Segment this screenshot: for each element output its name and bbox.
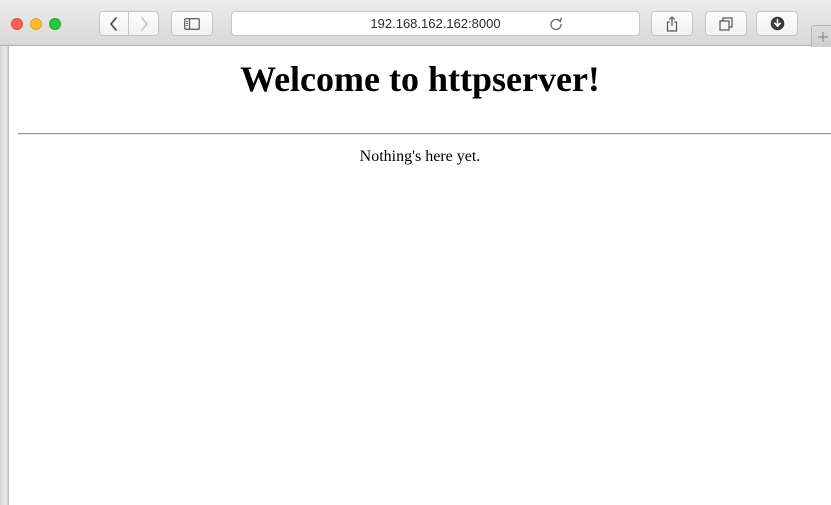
forward-button[interactable] xyxy=(129,11,159,36)
page-content: Welcome to httpserver! Nothing's here ye… xyxy=(9,47,831,505)
show-all-tabs-button[interactable] xyxy=(705,11,747,36)
browser-toolbar: 192.168.162.162:8000 xyxy=(0,0,831,47)
page-heading: Welcome to httpserver! xyxy=(240,59,600,99)
share-icon xyxy=(666,15,678,32)
sidebar-icon xyxy=(184,17,200,30)
reload-icon[interactable] xyxy=(547,15,565,33)
browser-window: 192.168.162.162:8000 Welcome to httpserv… xyxy=(0,0,831,505)
page-message: Nothing's here yet. xyxy=(359,148,481,165)
share-button[interactable] xyxy=(651,11,693,36)
minimize-window-button[interactable] xyxy=(30,18,42,30)
url-text[interactable]: 192.168.162.162:8000 xyxy=(232,12,639,35)
close-window-button[interactable] xyxy=(11,18,23,30)
show-sidebar-button[interactable] xyxy=(171,11,213,36)
zoom-window-button[interactable] xyxy=(49,18,61,30)
download-icon xyxy=(770,16,784,31)
plus-icon xyxy=(818,31,828,42)
tabs-overview-icon xyxy=(719,16,733,31)
back-button[interactable] xyxy=(99,11,129,36)
downloads-button[interactable] xyxy=(756,11,798,36)
chevron-left-icon xyxy=(110,16,117,31)
address-bar[interactable]: 192.168.162.162:8000 xyxy=(231,11,640,36)
horizontal-rule xyxy=(18,133,831,135)
chevron-right-icon xyxy=(140,16,148,31)
new-tab-button[interactable] xyxy=(811,25,831,47)
